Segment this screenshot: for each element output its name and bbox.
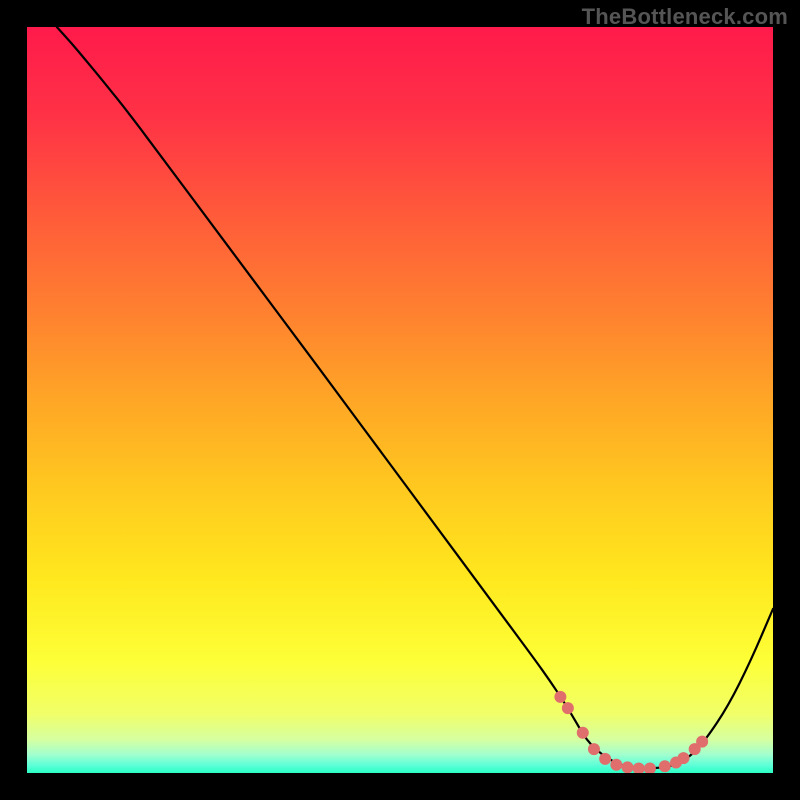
marker-dot	[562, 702, 574, 714]
gradient-background	[27, 27, 773, 773]
marker-dot	[677, 752, 689, 764]
marker-dot	[577, 727, 589, 739]
marker-dot	[622, 761, 634, 773]
marker-dot	[696, 736, 708, 748]
marker-dot	[610, 759, 622, 771]
marker-dot	[554, 691, 566, 703]
marker-dot	[659, 760, 671, 772]
marker-dot	[599, 753, 611, 765]
chart-svg	[27, 27, 773, 773]
chart-root: TheBottleneck.com	[0, 0, 800, 800]
marker-dot	[588, 743, 600, 755]
plot-area	[27, 27, 773, 773]
